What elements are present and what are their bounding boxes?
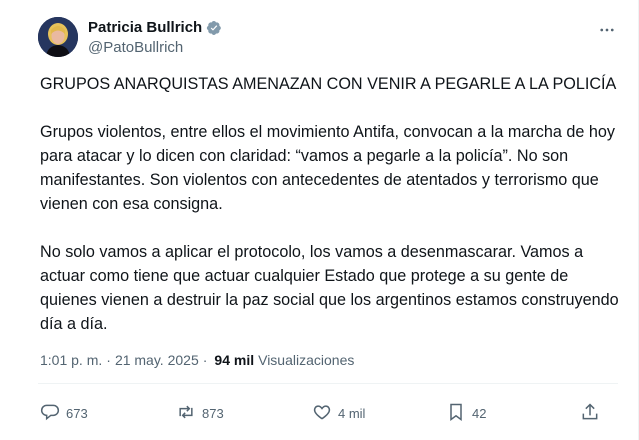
reply-count: 673: [66, 406, 88, 421]
tweet-date[interactable]: 21 may. 2025: [115, 352, 199, 368]
reply-button[interactable]: 673: [40, 402, 88, 425]
tweet-time[interactable]: 1:01 p. m.: [40, 352, 102, 368]
views-label: Visualizaciones: [258, 352, 355, 368]
more-options-icon[interactable]: [596, 19, 618, 41]
tweet-paragraph: No solo vamos a aplicar el protocolo, lo…: [40, 243, 619, 333]
tweet-header: Patricia Bullrich @PatoBullrich: [38, 17, 618, 57]
author-names: Patricia Bullrich @PatoBullrich: [88, 18, 222, 56]
views-count: 94 mil: [214, 352, 255, 368]
heart-icon: [312, 402, 332, 425]
tweet-meta: 1:01 p. m. · 21 may. 2025 · 94 mil Visua…: [40, 352, 354, 368]
like-count: 4 mil: [338, 406, 366, 421]
reply-icon: [40, 402, 60, 425]
tweet-headline: GRUPOS ANARQUISTAS AMENAZAN CON VENIR A …: [40, 75, 617, 93]
author-display-name[interactable]: Patricia Bullrich: [88, 19, 202, 36]
repost-count: 873: [202, 406, 224, 421]
tweet-paragraph: Grupos violentos, entre ellos el movimie…: [40, 123, 615, 213]
tweet-text: GRUPOS ANARQUISTAS AMENAZAN CON VENIR A …: [40, 72, 620, 360]
author-handle[interactable]: @PatoBullrich: [88, 39, 222, 56]
verified-badge-icon[interactable]: [206, 20, 222, 36]
action-bar: 673 873 4 mil 42: [40, 402, 610, 426]
tweet-card: Patricia Bullrich @PatoBullrich GRUPOS A…: [0, 0, 639, 440]
avatar[interactable]: [38, 17, 78, 57]
like-button[interactable]: 4 mil: [312, 402, 365, 425]
bookmark-button[interactable]: 42: [446, 402, 486, 425]
share-button[interactable]: [580, 402, 600, 425]
meta-separator: ·: [202, 352, 208, 368]
share-icon: [580, 402, 600, 425]
bookmark-count: 42: [472, 406, 487, 421]
repost-button[interactable]: 873: [176, 402, 224, 425]
repost-icon: [176, 402, 196, 425]
divider: [38, 383, 618, 384]
bookmark-icon: [446, 402, 466, 425]
meta-separator: ·: [106, 352, 111, 368]
